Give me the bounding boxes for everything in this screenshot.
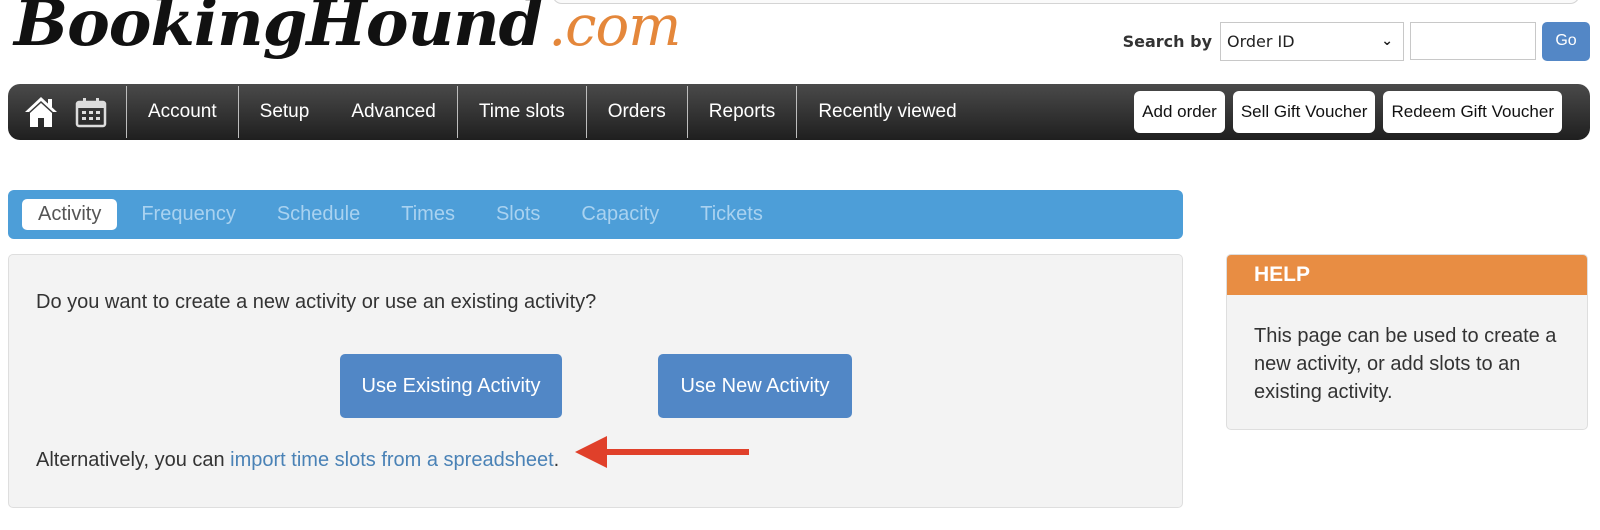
activity-choice-panel: Do you want to create a new activity or … xyxy=(8,254,1183,508)
annotation-arrow-icon xyxy=(575,436,749,468)
calendar-icon[interactable] xyxy=(72,93,110,131)
help-title: HELP xyxy=(1227,255,1587,295)
wizard-tabs: Activity Frequency Schedule Times Slots … xyxy=(8,190,1183,239)
tab-slots[interactable]: Slots xyxy=(480,199,556,230)
logo[interactable]: BookingHound .com xyxy=(14,0,681,76)
alternative-suffix: . xyxy=(553,449,560,471)
chevron-down-icon: ⌄ xyxy=(1381,33,1393,49)
nav-item-reports[interactable]: Reports xyxy=(688,84,797,140)
search-by-label: Search by xyxy=(1122,31,1212,51)
home-icon[interactable] xyxy=(22,93,60,131)
search-by-select[interactable]: Order ID ⌄ xyxy=(1220,21,1404,61)
alternative-prefix: Alternatively, you can xyxy=(36,449,231,471)
tab-frequency[interactable]: Frequency xyxy=(125,199,252,230)
logo-tld-text: .com xyxy=(548,0,681,59)
tab-schedule[interactable]: Schedule xyxy=(261,199,376,230)
top-bar-edge xyxy=(552,0,1580,4)
go-button[interactable]: Go xyxy=(1542,21,1590,61)
import-spreadsheet-link[interactable]: import time slots from a spreadsheet xyxy=(230,449,553,471)
tab-activity[interactable]: Activity xyxy=(22,199,118,230)
search-area: Search by Order ID ⌄ Go xyxy=(1123,21,1590,61)
search-input[interactable] xyxy=(1410,22,1536,60)
logo-main-text: BookingHound xyxy=(14,0,543,61)
use-existing-activity-button[interactable]: Use Existing Activity xyxy=(340,354,562,418)
nav-item-account[interactable]: Account xyxy=(127,84,238,140)
nav-item-advanced[interactable]: Advanced xyxy=(330,84,457,140)
question-text: Do you want to create a new activity or … xyxy=(36,291,597,313)
redeem-gift-voucher-button[interactable]: Redeem Gift Voucher xyxy=(1383,91,1562,133)
tab-tickets[interactable]: Tickets xyxy=(684,199,779,230)
alternative-text: Alternatively, you can import time slots… xyxy=(36,449,559,472)
add-order-button[interactable]: Add order xyxy=(1134,91,1225,133)
help-panel: HELP This page can be used to create a n… xyxy=(1226,254,1588,430)
nav-item-recently-viewed[interactable]: Recently viewed xyxy=(797,84,977,140)
help-text: This page can be used to create a new ac… xyxy=(1254,325,1557,403)
tab-capacity[interactable]: Capacity xyxy=(565,199,675,230)
nav-item-setup[interactable]: Setup xyxy=(239,84,331,140)
main-nav: Account Setup Advanced Time slots Orders… xyxy=(8,84,1590,140)
nav-item-orders[interactable]: Orders xyxy=(587,84,687,140)
nav-item-time-slots[interactable]: Time slots xyxy=(458,84,586,140)
sell-gift-voucher-button[interactable]: Sell Gift Voucher xyxy=(1232,91,1376,133)
nav-icon-group xyxy=(8,84,126,140)
tab-times[interactable]: Times xyxy=(385,199,471,230)
use-new-activity-button[interactable]: Use New Activity xyxy=(658,354,852,418)
nav-action-buttons: Add order Sell Gift Voucher Redeem Gift … xyxy=(1134,91,1590,133)
search-by-selected-value: Order ID xyxy=(1227,31,1295,51)
